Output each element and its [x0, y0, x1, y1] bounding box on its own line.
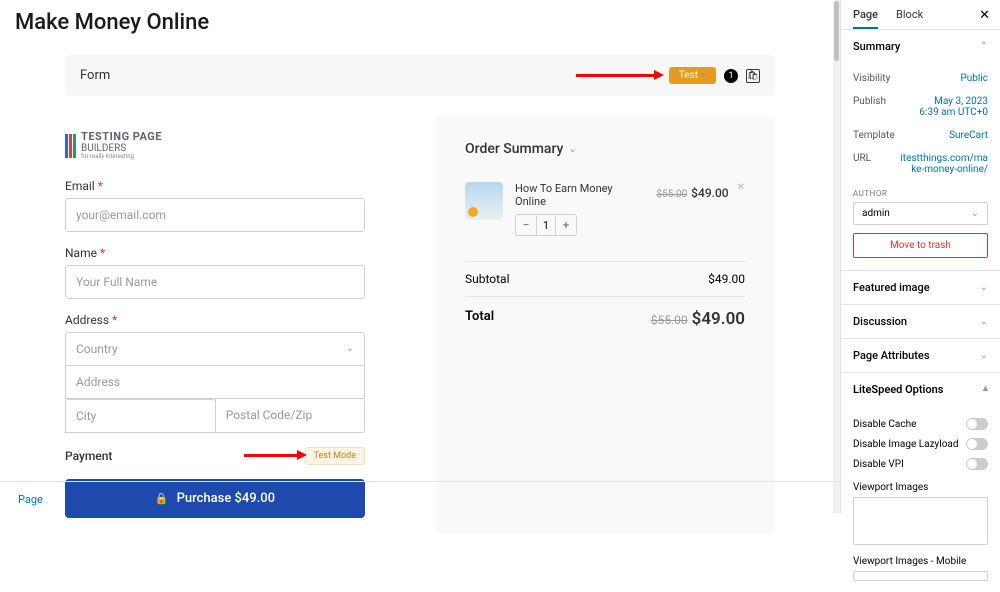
close-icon[interactable]: ✕ [979, 8, 990, 23]
disable-vpi-label: Disable VPI [853, 459, 904, 470]
viewport-images-label: Viewport Images [853, 482, 988, 493]
product-thumbnail [465, 182, 503, 220]
order-item: How To Earn Money Online − 1 + $55.00 $4… [465, 182, 745, 236]
country-field[interactable]: Country⌄ [65, 332, 365, 366]
disable-cache-toggle[interactable] [966, 418, 988, 430]
chevron-down-icon: ⌄ [971, 208, 979, 219]
viewport-images-textarea[interactable] [853, 497, 988, 545]
qty-minus-button[interactable]: − [516, 215, 536, 235]
viewport-images-mobile-label: Viewport Images - Mobile [853, 556, 988, 567]
count-badge: 1 [724, 69, 738, 83]
disable-lazyload-label: Disable Image Lazyload [853, 439, 958, 450]
subtotal-row: Subtotal $49.00 [465, 261, 745, 296]
payment-label: Payment [65, 449, 112, 463]
summary-section-toggle[interactable]: Summary ⌃ [841, 30, 1000, 63]
url-row[interactable]: URLitestthings.com/make-money-online/ [853, 147, 988, 181]
viewport-images-mobile-textarea[interactable] [853, 571, 988, 581]
address-field[interactable]: Address [65, 366, 365, 399]
move-to-trash-button[interactable]: Move to trash [853, 233, 988, 258]
tab-page[interactable]: Page [853, 8, 878, 29]
summary-title[interactable]: Order Summary ⌄ [465, 141, 745, 157]
disable-cache-label: Disable Cache [853, 419, 916, 430]
tab-block[interactable]: Block [896, 8, 923, 21]
checkout-form: TESTING PAGE BUILDERS for really interes… [65, 116, 365, 533]
total-row: Total $55.00 $49.00 [465, 296, 745, 341]
arrow-annotation [576, 74, 656, 77]
order-summary-panel: Order Summary ⌄ How To Earn Money Online… [435, 116, 775, 533]
author-select[interactable]: admin⌄ [853, 202, 988, 225]
arrow-annotation [244, 454, 299, 457]
footer-page-link[interactable]: Page [18, 493, 43, 506]
email-label: Email * [65, 179, 365, 193]
form-bar-label: Form [80, 68, 110, 83]
chevron-down-icon: ⌄ [568, 144, 576, 155]
city-field[interactable]: City [65, 399, 215, 433]
chevron-down-icon: ⌄ [980, 350, 988, 361]
discussion-toggle[interactable]: Discussion⌄ [841, 305, 1000, 338]
template-row[interactable]: TemplateSureCart [853, 124, 988, 147]
address-label: Address * [65, 313, 365, 327]
form-block-bar[interactable]: Form Test▾ 1 🛍 [65, 55, 775, 96]
chevron-down-icon: ⌄ [980, 316, 988, 327]
chevron-down-icon: ⌄ [980, 282, 988, 293]
name-field[interactable]: Your Full Name [65, 265, 365, 299]
logo-bars-icon [65, 134, 76, 158]
visibility-row[interactable]: VisibilityPublic [853, 67, 988, 90]
chevron-up-icon: ⌃ [980, 41, 988, 52]
qty-plus-button[interactable]: + [556, 215, 576, 235]
publish-row[interactable]: PublishMay 3, 2023 6:39 am UTC+0 [853, 90, 988, 124]
email-field[interactable]: your@email.com [65, 198, 365, 232]
footer-breadcrumb: Page [0, 481, 840, 513]
featured-image-toggle[interactable]: Featured image⌄ [841, 271, 1000, 304]
name-label: Name * [65, 246, 365, 260]
quantity-stepper[interactable]: − 1 + [515, 214, 577, 236]
chevron-down-icon: ⌄ [346, 343, 354, 354]
disable-lazyload-toggle[interactable] [966, 438, 988, 450]
page-title: Make Money Online [15, 10, 825, 35]
cart-icon[interactable]: 🛍 [746, 69, 760, 83]
author-label: AUTHOR [853, 189, 988, 198]
qty-value: 1 [536, 216, 556, 235]
test-mode-badge: Test Mode [305, 447, 365, 465]
page-attributes-toggle[interactable]: Page Attributes⌄ [841, 339, 1000, 372]
scrollbar[interactable] [833, 0, 840, 513]
remove-item-button[interactable]: ✕ [737, 182, 745, 193]
site-logo: TESTING PAGE BUILDERS for really interes… [65, 131, 365, 161]
settings-sidebar: Page Block ✕ Summary ⌃ VisibilityPublic … [840, 0, 1000, 513]
postal-field[interactable]: Postal Code/Zip [215, 399, 365, 433]
litespeed-section-toggle[interactable]: LiteSpeed Options▴ [841, 373, 1000, 406]
item-price: $55.00 $49.00 [656, 182, 728, 201]
test-badge[interactable]: Test▾ [669, 67, 716, 84]
item-name: How To Earn Money Online [515, 182, 644, 208]
chevron-down-icon: ▾ [701, 70, 706, 81]
chevron-up-icon: ▴ [983, 383, 988, 396]
disable-vpi-toggle[interactable] [966, 458, 988, 470]
